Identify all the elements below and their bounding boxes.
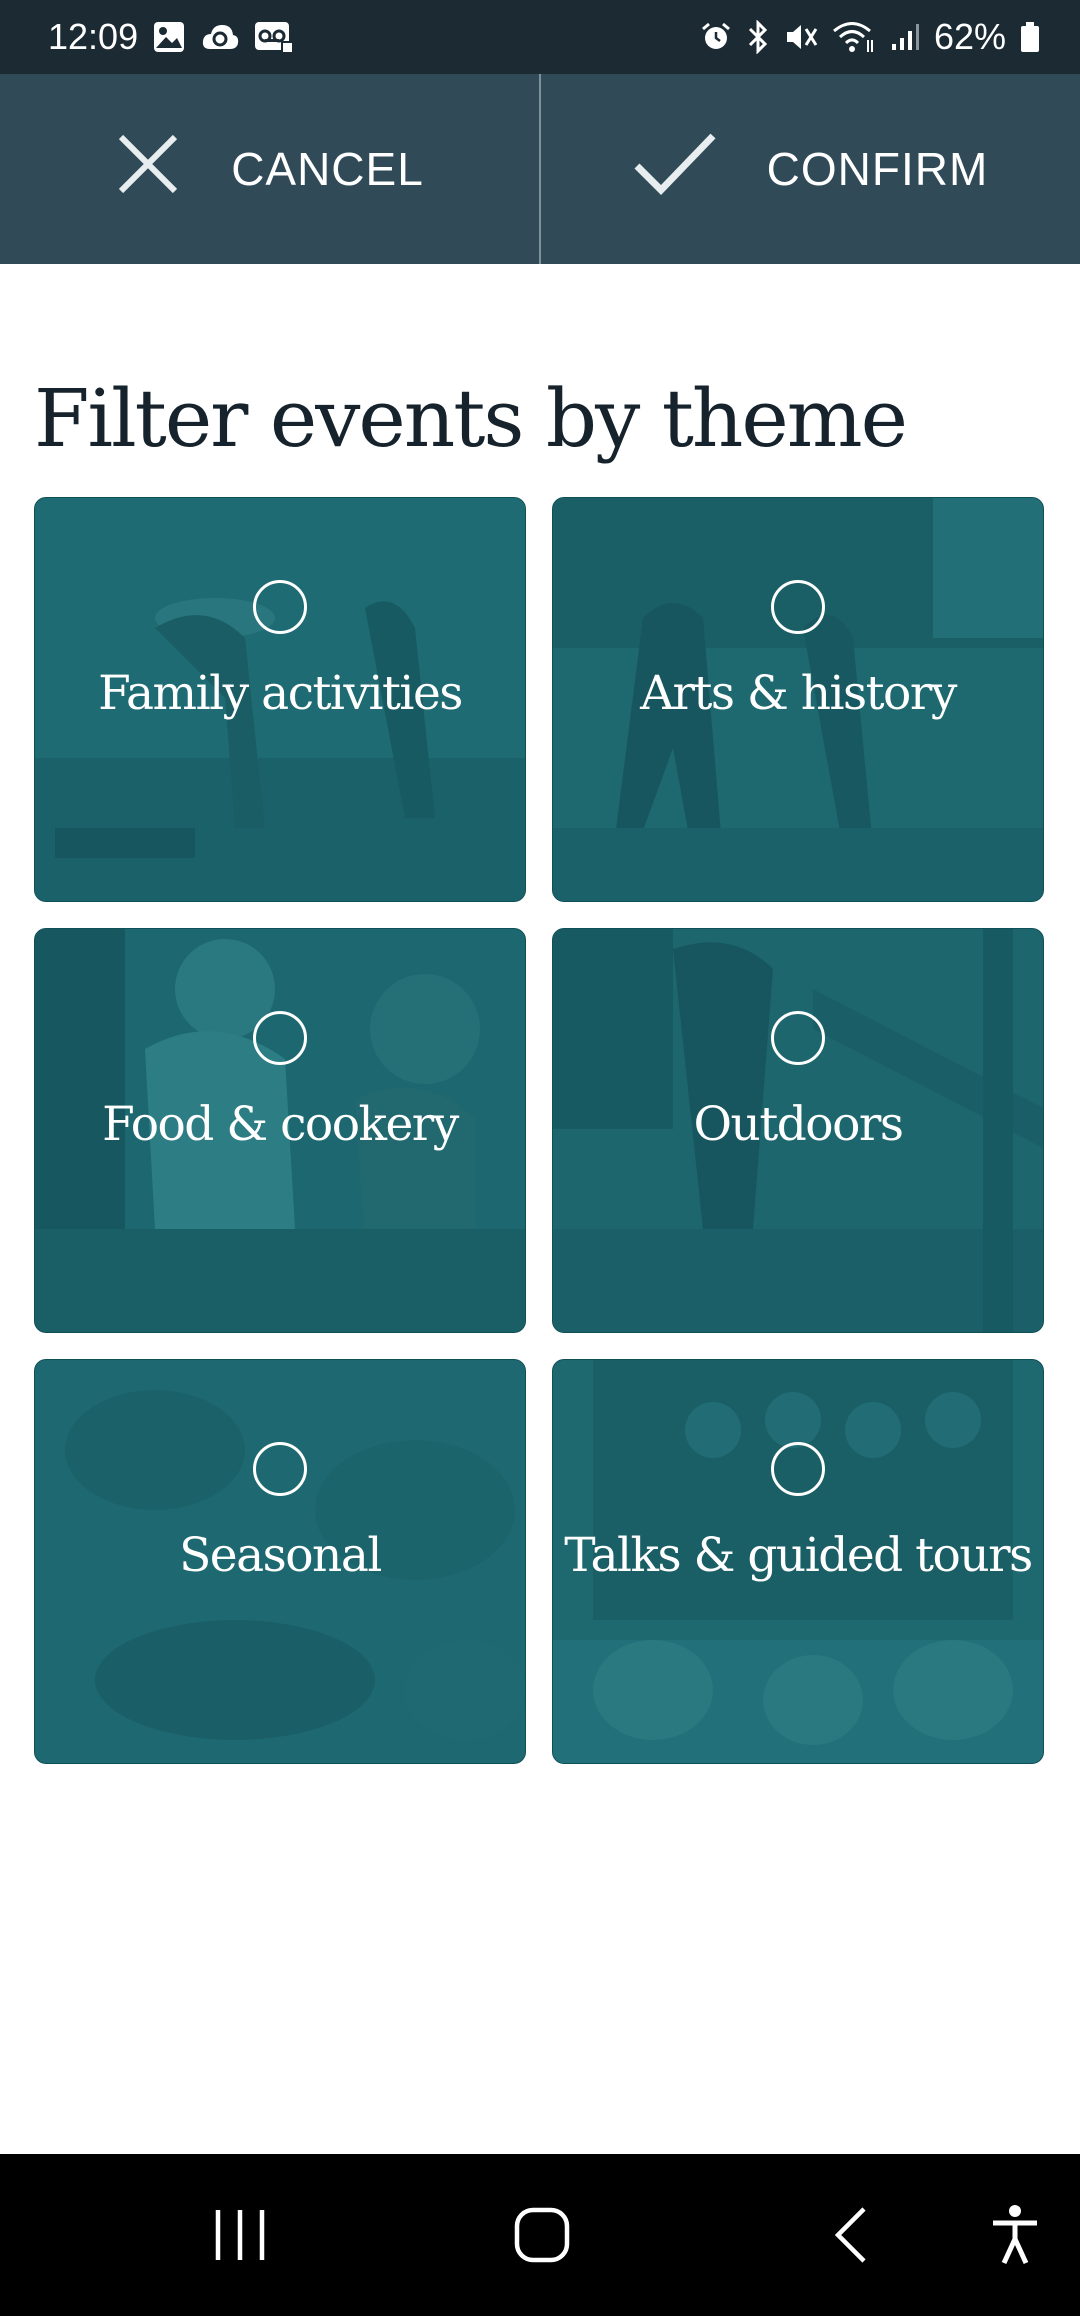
theme-grid: Family activities Arts & history Food & … [34,497,1046,1764]
theme-tile-seasonal[interactable]: Seasonal [34,1359,526,1764]
accessibility-icon[interactable] [970,2154,1060,2316]
radio-circle [253,580,307,634]
theme-tile-family-activities[interactable]: Family activities [34,497,526,902]
alarm-icon [700,21,732,53]
bluetooth-icon [746,20,770,54]
status-left: 12:09 [48,16,295,58]
wifi-icon [832,20,876,54]
theme-tile-food-cookery[interactable]: Food & cookery [34,928,526,1333]
tile-label: Seasonal [179,1528,382,1583]
theme-tile-talks-guided-tours[interactable]: Talks & guided tours [552,1359,1044,1764]
tile-label: Talks & guided tours [564,1528,1033,1583]
tile-label: Outdoors [693,1097,904,1152]
status-bar: 12:09 62% [0,0,1080,74]
close-icon [115,131,181,208]
cancel-label: CANCEL [231,143,424,195]
radio-circle [771,580,825,634]
clock: 12:09 [48,16,139,57]
confirm-button[interactable]: CONFIRM [541,74,1080,264]
radio-circle [253,1011,307,1065]
radio-circle [253,1442,307,1496]
tile-label: Food & cookery [102,1097,459,1152]
theme-tile-arts-history[interactable]: Arts & history [552,497,1044,902]
check-icon [633,132,717,207]
page-title: Filter events by theme [34,372,908,465]
mute-icon [784,21,818,53]
cloud-sync-icon [200,21,240,53]
confirm-label: CONFIRM [766,143,989,195]
home-icon[interactable] [492,2154,592,2316]
action-bar: CANCEL CONFIRM [0,74,1080,264]
back-icon[interactable] [800,2154,900,2316]
radio-circle [771,1011,825,1065]
radio-circle [771,1442,825,1496]
battery-icon [1020,21,1040,53]
cancel-button[interactable]: CANCEL [0,74,539,264]
tile-label: Arts & history [640,666,957,721]
signal-icon [890,22,920,52]
tile-label: Family activities [98,666,463,721]
nav-bar [0,2154,1080,2316]
theme-tile-outdoors[interactable]: Outdoors [552,928,1044,1333]
battery-label: 62% [933,16,1006,57]
status-right: 62% [700,16,1040,58]
voicemail-icon [254,20,295,54]
recent-apps-icon[interactable] [190,2154,290,2316]
image-icon [152,20,186,54]
